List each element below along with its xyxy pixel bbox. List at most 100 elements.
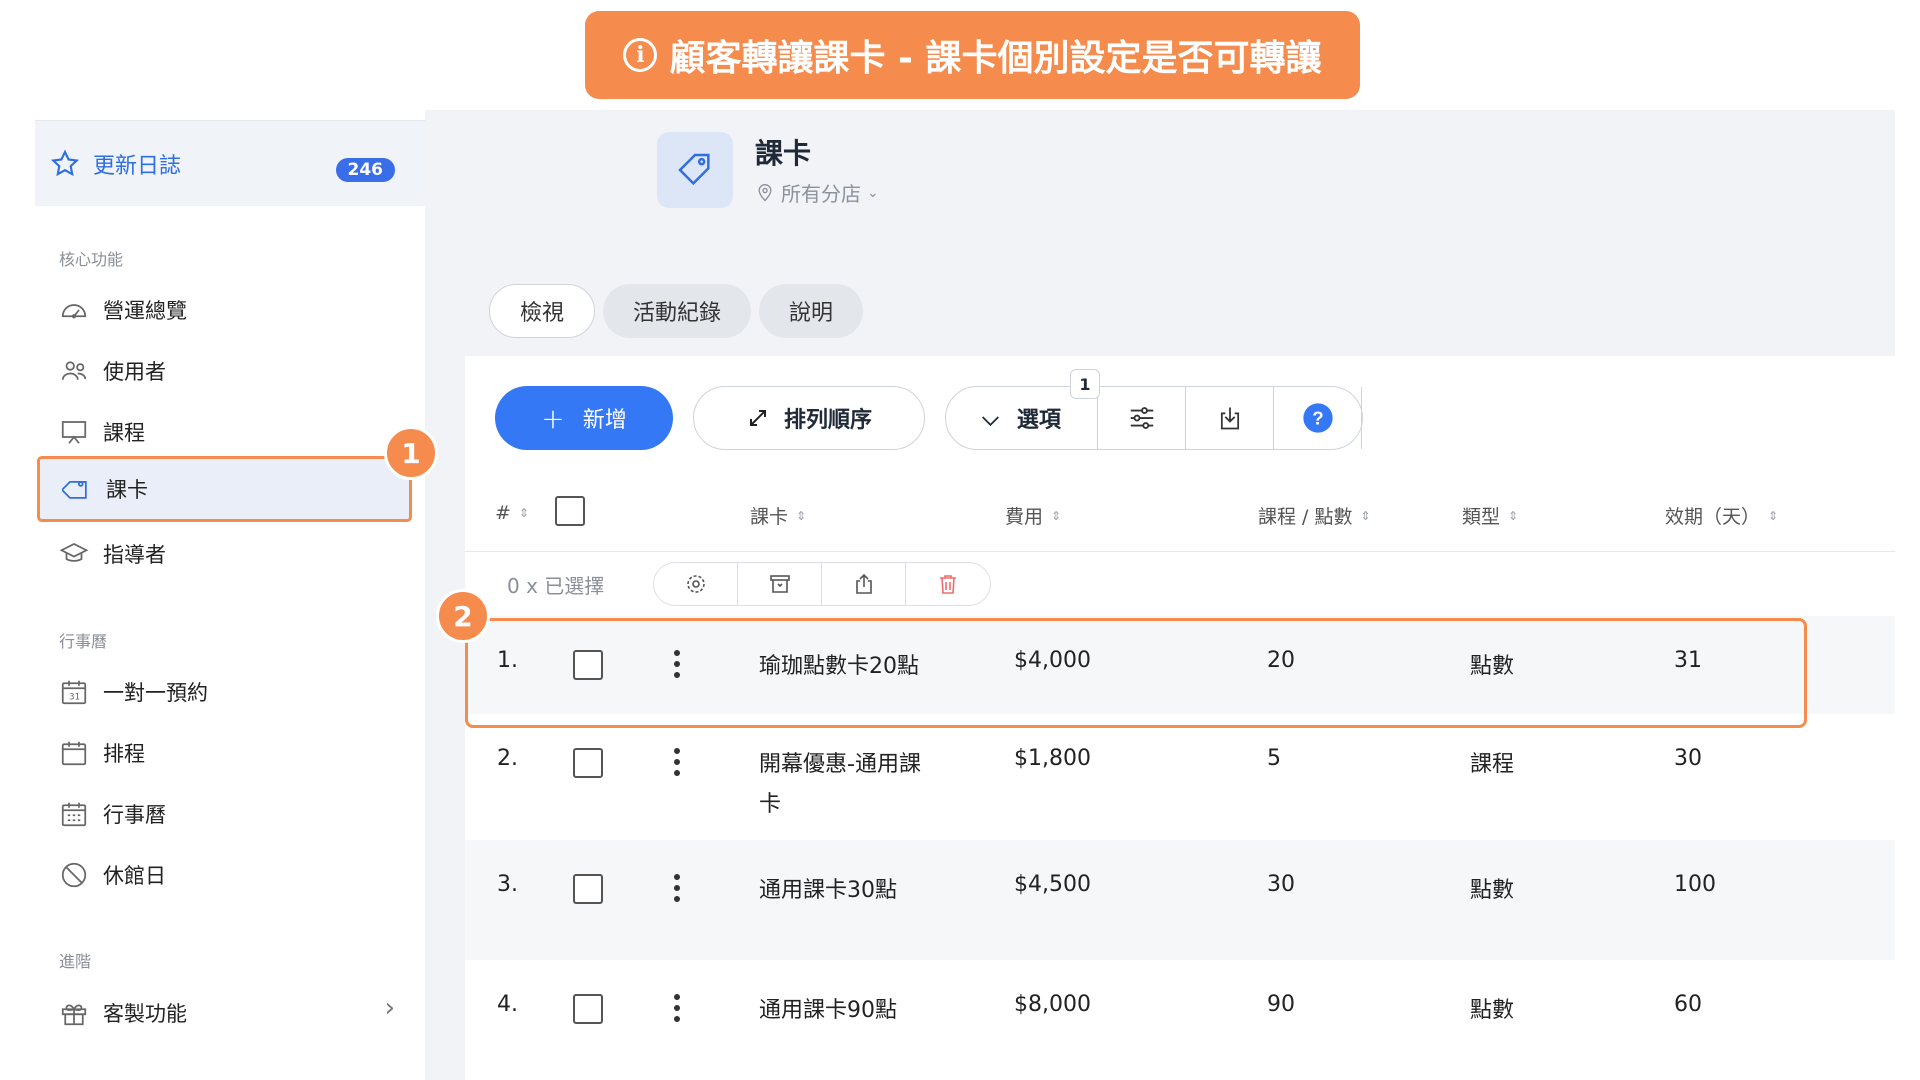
sort-icon: ⇕ bbox=[518, 506, 529, 520]
chevron-down-icon: ⌵ bbox=[982, 405, 999, 431]
card-name: 通用課卡90點 bbox=[759, 998, 897, 1023]
options-button-group: ⌵ 選項 ? 1 bbox=[945, 369, 1363, 450]
column-header-label: # bbox=[495, 502, 511, 524]
card-validity: 60 bbox=[1674, 992, 1702, 1017]
location-selector[interactable]: 所有分店 ⌄ bbox=[755, 178, 879, 207]
row-number: 4. bbox=[497, 992, 518, 1017]
sidebar: 更新日誌 246 核心功能 營運總覽 使用者 課程 課卡 指導者 行事曆 31 … bbox=[35, 110, 425, 1080]
sort-icon: ⇕ bbox=[1360, 508, 1371, 523]
tag-icon bbox=[62, 481, 87, 499]
card-price: $1,800 bbox=[1014, 746, 1091, 771]
download-button[interactable] bbox=[1186, 387, 1274, 449]
table-row[interactable]: 3. 通用課卡30點 $4,500 30 點數 100 bbox=[465, 840, 1895, 960]
bulk-archive-button[interactable] bbox=[738, 563, 822, 605]
tab-bar: 檢視 活動紀錄 說明 bbox=[489, 284, 864, 338]
card-validity: 30 bbox=[1674, 746, 1702, 771]
sidebar-item-label: 營運總覽 bbox=[103, 299, 187, 323]
sidebar-item-courses[interactable]: 課程 bbox=[59, 412, 145, 452]
card-name: 通用課卡30點 bbox=[759, 878, 897, 903]
tab-view[interactable]: 檢視 bbox=[489, 284, 596, 338]
section-title-core: 核心功能 bbox=[59, 250, 124, 269]
sidebar-item-calendar[interactable]: 行事曆 bbox=[59, 794, 166, 834]
plus-icon: + bbox=[541, 401, 565, 435]
banner-text: 顧客轉讓課卡 - 課卡個別設定是否可轉讓 bbox=[669, 38, 1322, 79]
select-all-checkbox[interactable] bbox=[555, 496, 585, 526]
row-menu-icon[interactable] bbox=[673, 994, 681, 1022]
sort-icon: ⇕ bbox=[1768, 508, 1779, 523]
sliders-icon bbox=[1130, 407, 1153, 429]
bulk-delete-button[interactable] bbox=[906, 563, 990, 605]
column-header-number[interactable]: # ⇕ bbox=[495, 502, 529, 524]
table-row[interactable]: 4. 通用課卡90點 $8,000 90 點數 60 bbox=[465, 960, 1895, 1080]
sidebar-item-dashboard[interactable]: 營運總覽 bbox=[59, 290, 187, 330]
chevron-right-icon: › bbox=[384, 993, 395, 1023]
column-header-label: 類型 bbox=[1462, 506, 1501, 528]
tab-activity-log[interactable]: 活動紀錄 bbox=[603, 284, 752, 338]
sidebar-item-closed-days[interactable]: 休館日 bbox=[59, 855, 166, 895]
bulk-action-bar: 0 x 已選擇 bbox=[465, 552, 1895, 616]
page-title: 課卡 bbox=[755, 137, 812, 170]
column-header-course-points[interactable]: 課程 / 點數 ⇕ bbox=[1258, 502, 1371, 529]
toolbar: + 新增 排列順序 ⌵ 選項 ? 1 bbox=[495, 369, 1363, 450]
gift-icon bbox=[61, 1004, 87, 1026]
card-type: 點數 bbox=[1470, 998, 1515, 1023]
sidebar-item-instructors[interactable]: 指導者 bbox=[59, 534, 166, 574]
download-icon bbox=[1220, 407, 1239, 430]
sidebar-item-users[interactable]: 使用者 bbox=[59, 351, 166, 391]
changelog-count-badge: 246 bbox=[335, 158, 395, 182]
sidebar-item-custom-features[interactable]: 客製功能 › bbox=[59, 993, 425, 1033]
column-header-label: 效期（天） bbox=[1665, 506, 1761, 528]
page-icon bbox=[657, 132, 733, 208]
table-row[interactable]: 2. 開幕優惠-通用課 卡 $1,800 5 課程 30 bbox=[465, 714, 1895, 840]
sidebar-item-class-cards[interactable]: 課卡 bbox=[37, 456, 412, 522]
app-root: i 顧客轉讓課卡 - 課卡個別設定是否可轉讓 更新日誌 246 核心功能 營運總… bbox=[0, 0, 1920, 1080]
sort-icon: ⇕ bbox=[1508, 508, 1519, 523]
calendar-31-icon: 31 bbox=[61, 680, 87, 705]
row-number: 3. bbox=[497, 872, 518, 897]
tab-help[interactable]: 說明 bbox=[759, 284, 864, 338]
sidebar-item-label: 排程 bbox=[103, 742, 145, 766]
column-header-type[interactable]: 類型 ⇕ bbox=[1462, 502, 1518, 529]
sort-order-button[interactable]: 排列順序 bbox=[693, 386, 925, 450]
location-label: 所有分店 bbox=[781, 182, 861, 206]
trash-icon bbox=[940, 575, 956, 594]
bulk-share-button[interactable] bbox=[822, 563, 906, 605]
svg-text:31: 31 bbox=[69, 693, 80, 703]
changelog-link[interactable]: 更新日誌 246 bbox=[35, 120, 425, 206]
sidebar-item-label: 行事曆 bbox=[103, 803, 166, 827]
section-title-advanced: 進階 bbox=[59, 952, 92, 971]
sidebar-item-label: 使用者 bbox=[103, 360, 166, 384]
gear-icon bbox=[686, 575, 705, 593]
card-quantity: 90 bbox=[1267, 992, 1295, 1017]
card-quantity: 30 bbox=[1267, 872, 1295, 897]
options-label: 選項 bbox=[1016, 408, 1061, 433]
card-price: $4,500 bbox=[1014, 872, 1091, 897]
sidebar-item-schedule[interactable]: 排程 bbox=[59, 733, 145, 773]
row-menu-icon[interactable] bbox=[673, 748, 681, 776]
users-icon bbox=[61, 361, 87, 380]
row-checkbox[interactable] bbox=[573, 874, 603, 904]
bulk-settings-button[interactable] bbox=[654, 563, 738, 605]
row-checkbox[interactable] bbox=[573, 994, 603, 1024]
sidebar-item-label: 指導者 bbox=[103, 543, 166, 567]
info-icon: i bbox=[623, 38, 658, 72]
card-type: 課程 bbox=[1470, 752, 1515, 777]
sidebar-item-label: 課程 bbox=[103, 421, 145, 445]
row-menu-icon[interactable] bbox=[673, 874, 681, 902]
filter-settings-button[interactable] bbox=[1098, 387, 1186, 449]
sort-order-label: 排列順序 bbox=[783, 408, 872, 433]
card-name-line2: 卡 bbox=[759, 792, 782, 817]
sidebar-item-label: 客製功能 bbox=[103, 1002, 187, 1026]
step-marker-2: 2 bbox=[436, 589, 490, 643]
column-header-validity[interactable]: 效期（天） ⇕ bbox=[1665, 502, 1778, 529]
row-checkbox[interactable] bbox=[573, 748, 603, 778]
sidebar-item-one-on-one[interactable]: 31 一對一預約 bbox=[59, 672, 208, 712]
svg-text:?: ? bbox=[1312, 408, 1323, 429]
add-button[interactable]: + 新增 bbox=[495, 386, 673, 450]
card-price: $8,000 bbox=[1014, 992, 1091, 1017]
column-header-card[interactable]: 課卡 ⇕ bbox=[750, 502, 806, 529]
column-header-price[interactable]: 費用 ⇕ bbox=[1005, 502, 1061, 529]
row-number: 2. bbox=[497, 746, 518, 771]
column-header-label: 費用 bbox=[1005, 506, 1044, 528]
help-button[interactable]: ? bbox=[1274, 387, 1362, 449]
